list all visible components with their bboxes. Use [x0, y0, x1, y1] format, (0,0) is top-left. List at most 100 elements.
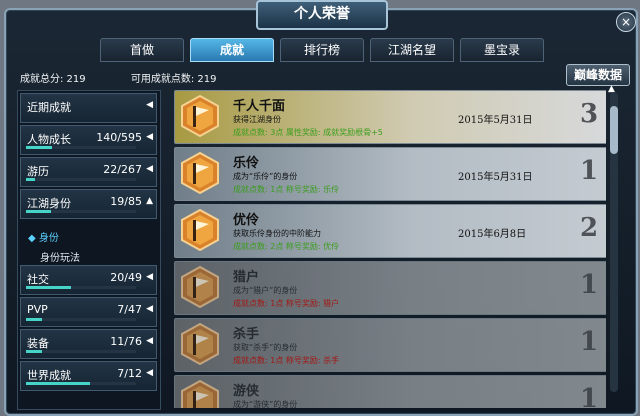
window-title: 个人荣誉 [256, 0, 388, 30]
sidebar-item-label: 社交 [27, 273, 49, 286]
progress-bar [26, 146, 136, 149]
progress-bar [26, 286, 136, 289]
tab-achievements[interactable]: 成就 [190, 38, 274, 62]
achievement-title: 优伶 [233, 213, 260, 228]
scrollbar[interactable] [610, 92, 618, 392]
chevron-left-icon: ◀ [146, 368, 153, 378]
sidebar-item-count: 20/49 [110, 271, 142, 284]
sidebar-item-label: PVP [27, 303, 48, 316]
hexagon-flag-icon [181, 151, 219, 195]
sidebar-item-pvp[interactable]: PVP 7/47 ◀ [20, 297, 157, 327]
total-score: 成就总分: 219 [20, 74, 86, 85]
sidebar-subitem-identity[interactable]: ◆ 身份 [28, 229, 59, 244]
achievement-reward: 成就点数: 3点 属性奖励: 成就奖励根骨+5 [233, 128, 383, 137]
progress-fill [26, 286, 71, 289]
achievement-date: 2015年5月31日 [458, 115, 533, 126]
progress-bar [26, 178, 136, 181]
sidebar-item-count: 7/47 [117, 303, 142, 316]
hexagon-flag-icon [181, 94, 219, 138]
available-points: 可用成就点数: 219 [130, 74, 217, 85]
hexagon-flag-icon [181, 379, 219, 408]
sidebar-item-label: 世界成就 [27, 369, 71, 382]
achievement-reward: 成就点数: 1点 称号奖励: 猎户 [233, 299, 340, 308]
achievement-desc: 获取乐伶身份的中阶能力 [233, 229, 321, 238]
achievement-title: 杀手 [233, 327, 260, 342]
chevron-up-icon: ▲ [146, 196, 153, 206]
achievement-points-number: 1 [580, 156, 599, 186]
sidebar-item-recent[interactable]: 近期成就 ◀ [20, 93, 157, 123]
hexagon-flag-icon [181, 208, 219, 252]
progress-fill [26, 350, 42, 353]
achievement-points-number: 1 [580, 384, 599, 408]
achievement-date: 2015年6月8日 [458, 229, 527, 240]
sidebar-item-count: 22/267 [103, 163, 142, 176]
progress-fill [26, 210, 51, 213]
achievement-reward: 成就点数: 1点 称号奖励: 杀手 [233, 356, 340, 365]
achievement-card[interactable]: 千人千面 获得江湖身份 成就点数: 3点 属性奖励: 成就奖励根骨+5 2015… [174, 90, 606, 144]
sidebar-item-count: 140/595 [96, 131, 142, 144]
sidebar-item-equipment[interactable]: 装备 11/76 ◀ [20, 329, 157, 359]
achievement-desc: 成为“游侠”的身份 [233, 400, 298, 408]
chevron-left-icon: ◀ [146, 132, 153, 142]
achievement-card[interactable]: 杀手 获取“杀手”的身份 成就点数: 1点 称号奖励: 杀手 1 [174, 318, 606, 372]
chevron-left-icon: ◀ [146, 272, 153, 282]
achievement-points-number: 2 [580, 213, 599, 243]
sidebar-item-label: 近期成就 [27, 101, 71, 114]
progress-fill [26, 318, 43, 321]
sidebar-item-label: 人物成长 [27, 133, 71, 146]
achievement-desc: 获得江湖身份 [233, 115, 281, 124]
sidebar-item-count: 7/12 [117, 367, 142, 380]
achievement-card[interactable]: 乐伶 成为“乐伶”的身份 成就点数: 1点 称号奖励: 乐伶 2015年5月31… [174, 147, 606, 201]
achievement-title: 猎户 [233, 270, 260, 285]
achievement-date: 2015年5月31日 [458, 172, 533, 183]
sidebar-item-label: 江湖身份 [27, 197, 71, 210]
tab-first-clear[interactable]: 首做 [100, 38, 184, 62]
achievement-title: 游侠 [233, 384, 260, 399]
achievement-summary: 成就总分: 219 可用成就点数: 219 [20, 70, 258, 85]
tab-leaderboard[interactable]: 排行榜 [280, 38, 364, 62]
progress-fill [26, 382, 91, 385]
achievement-desc: 成为“乐伶”的身份 [233, 172, 298, 181]
progress-bar [26, 210, 136, 213]
tab-reputation[interactable]: 江湖名望 [370, 38, 454, 62]
achievement-points-number: 1 [580, 270, 599, 300]
sidebar-item-identity[interactable]: 江湖身份 19/85 ▲ [20, 189, 157, 219]
achievement-card[interactable]: 优伶 获取乐伶身份的中阶能力 成就点数: 2点 称号奖励: 优伶 2015年6月… [174, 204, 606, 258]
sidebar-item-social[interactable]: 社交 20/49 ◀ [20, 265, 157, 295]
chevron-left-icon: ◀ [146, 100, 153, 110]
progress-bar [26, 382, 136, 385]
achievement-reward: 成就点数: 2点 称号奖励: 优伶 [233, 242, 340, 251]
sidebar-item-label: 装备 [27, 337, 49, 350]
achievement-card[interactable]: 游侠 成为“游侠”的身份 1 [174, 375, 606, 408]
achievement-title: 千人千面 [233, 99, 286, 114]
close-button[interactable]: × [616, 12, 636, 32]
hexagon-flag-icon [181, 265, 219, 309]
achievement-title: 乐伶 [233, 156, 260, 171]
tab-calligraphy-records[interactable]: 墨宝录 [460, 38, 544, 62]
sidebar-item-growth[interactable]: 人物成长 140/595 ◀ [20, 125, 157, 155]
achievement-desc: 获取“杀手”的身份 [233, 343, 298, 352]
achievement-desc: 成为“猎户”的身份 [233, 286, 298, 295]
achievement-list: 千人千面 获得江湖身份 成就点数: 3点 属性奖励: 成就奖励根骨+5 2015… [174, 90, 606, 408]
achievement-points-number: 3 [580, 99, 599, 129]
sidebar-item-count: 11/76 [110, 335, 142, 348]
achievement-points-number: 1 [580, 327, 599, 357]
sidebar-item-travel[interactable]: 游历 22/267 ◀ [20, 157, 157, 187]
progress-fill [26, 146, 52, 149]
category-sidebar: 近期成就 ◀ 人物成长 140/595 ◀ 游历 22/267 ◀ 江湖身份 1… [17, 90, 161, 410]
progress-bar [26, 350, 136, 353]
tab-bar: 首做 成就 排行榜 江湖名望 墨宝录 [100, 38, 544, 62]
achievement-reward: 成就点数: 1点 称号奖励: 乐伶 [233, 185, 340, 194]
hexagon-flag-icon [181, 322, 219, 366]
progress-fill [26, 178, 36, 181]
peak-data-button[interactable]: 巅峰数据 [566, 64, 630, 86]
scroll-thumb[interactable] [610, 106, 618, 154]
chevron-left-icon: ◀ [146, 304, 153, 314]
chevron-left-icon: ◀ [146, 336, 153, 346]
sidebar-item-count: 19/85 [110, 195, 142, 208]
progress-bar [26, 318, 136, 321]
chevron-left-icon: ◀ [146, 164, 153, 174]
sidebar-item-world[interactable]: 世界成就 7/12 ◀ [20, 361, 157, 391]
sidebar-subitem-identity-play[interactable]: 身份玩法 [40, 249, 80, 264]
achievement-card[interactable]: 猎户 成为“猎户”的身份 成就点数: 1点 称号奖励: 猎户 1 [174, 261, 606, 315]
